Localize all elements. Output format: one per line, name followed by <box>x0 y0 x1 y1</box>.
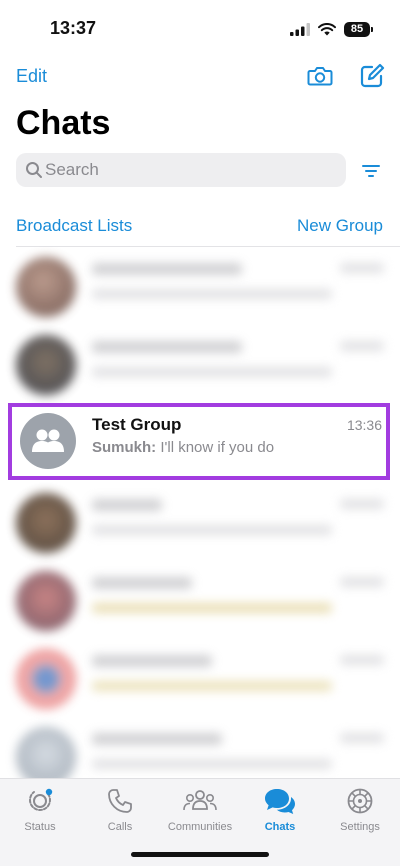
blurred-text <box>92 499 162 511</box>
blurred-text <box>92 289 332 299</box>
tab-status[interactable]: Status <box>0 787 80 837</box>
camera-icon <box>307 67 333 86</box>
battery-icon: 85 <box>344 21 373 37</box>
chat-list <box>0 247 400 787</box>
page-title: Chats <box>16 104 111 142</box>
blurred-text <box>92 603 332 613</box>
blurred-text <box>92 681 332 691</box>
chat-time: 13:36 <box>346 417 382 433</box>
blurred-text <box>92 577 192 589</box>
status-icons: 85 <box>290 19 373 39</box>
blurred-text <box>92 263 242 275</box>
group-people-icon <box>32 429 64 452</box>
compose-icon <box>360 63 385 88</box>
blurred-time <box>340 733 384 743</box>
search-input[interactable] <box>45 153 335 187</box>
tab-label: Chats <box>264 821 296 833</box>
group-avatar <box>20 413 76 469</box>
compose-button[interactable] <box>358 62 386 90</box>
phone-icon <box>108 789 132 813</box>
tab-label: Settings <box>340 821 380 833</box>
avatar <box>16 571 76 631</box>
home-indicator <box>131 852 269 857</box>
blurred-time <box>340 263 384 273</box>
status-time: 13:37 <box>50 18 97 38</box>
wifi-icon <box>318 22 336 35</box>
filter-icon <box>362 165 380 177</box>
tab-bar: Status Calls Communities Chats Settings <box>0 778 400 866</box>
camera-button[interactable] <box>306 62 334 90</box>
tab-label: Communities <box>167 821 233 833</box>
blurred-text <box>92 525 332 535</box>
blurred-time <box>340 577 384 587</box>
gear-icon <box>347 788 373 814</box>
avatar <box>16 493 76 553</box>
status-icon <box>29 788 53 811</box>
search-bar[interactable] <box>16 153 346 187</box>
chat-row-blurred[interactable] <box>0 249 400 327</box>
communities-icon <box>183 790 217 811</box>
blurred-text <box>92 655 212 667</box>
new-group-link[interactable]: New Group <box>297 216 383 236</box>
search-icon <box>26 162 42 178</box>
chat-preview: Sumukh: I'll know if you do <box>92 439 274 456</box>
blurred-text <box>92 341 242 353</box>
blurred-time <box>340 341 384 351</box>
blurred-time <box>340 499 384 509</box>
blurred-text <box>92 733 222 745</box>
edit-button[interactable]: Edit <box>16 66 47 87</box>
chat-name: Test Group <box>92 415 182 434</box>
filter-button[interactable] <box>360 160 382 182</box>
avatar <box>16 335 76 395</box>
chat-row-blurred[interactable] <box>0 563 400 641</box>
tab-communities[interactable]: Communities <box>160 787 240 837</box>
chat-sender: Sumukh: <box>92 439 157 456</box>
broadcast-lists-link[interactable]: Broadcast Lists <box>16 216 132 236</box>
tab-settings[interactable]: Settings <box>320 787 400 837</box>
chat-row-blurred[interactable] <box>0 327 400 405</box>
avatar <box>16 257 76 317</box>
blurred-text <box>92 759 332 769</box>
blurred-time <box>340 655 384 665</box>
chat-row-blurred[interactable] <box>0 485 400 563</box>
tab-label: Calls <box>107 821 133 833</box>
chat-row-test-group[interactable]: Test Group 13:36 Sumukh: I'll know if yo… <box>8 403 390 480</box>
tab-calls[interactable]: Calls <box>80 787 160 837</box>
status-bar: 13:37 85 <box>0 0 400 56</box>
cellular-signal-icon <box>290 22 310 36</box>
tab-chats[interactable]: Chats <box>240 787 320 837</box>
tab-label: Status <box>24 821 56 833</box>
blurred-text <box>92 367 332 377</box>
chat-message: I'll know if you do <box>156 439 275 456</box>
avatar <box>16 649 76 709</box>
chat-row-blurred[interactable] <box>0 641 400 719</box>
chat-bubbles-icon <box>265 789 295 814</box>
